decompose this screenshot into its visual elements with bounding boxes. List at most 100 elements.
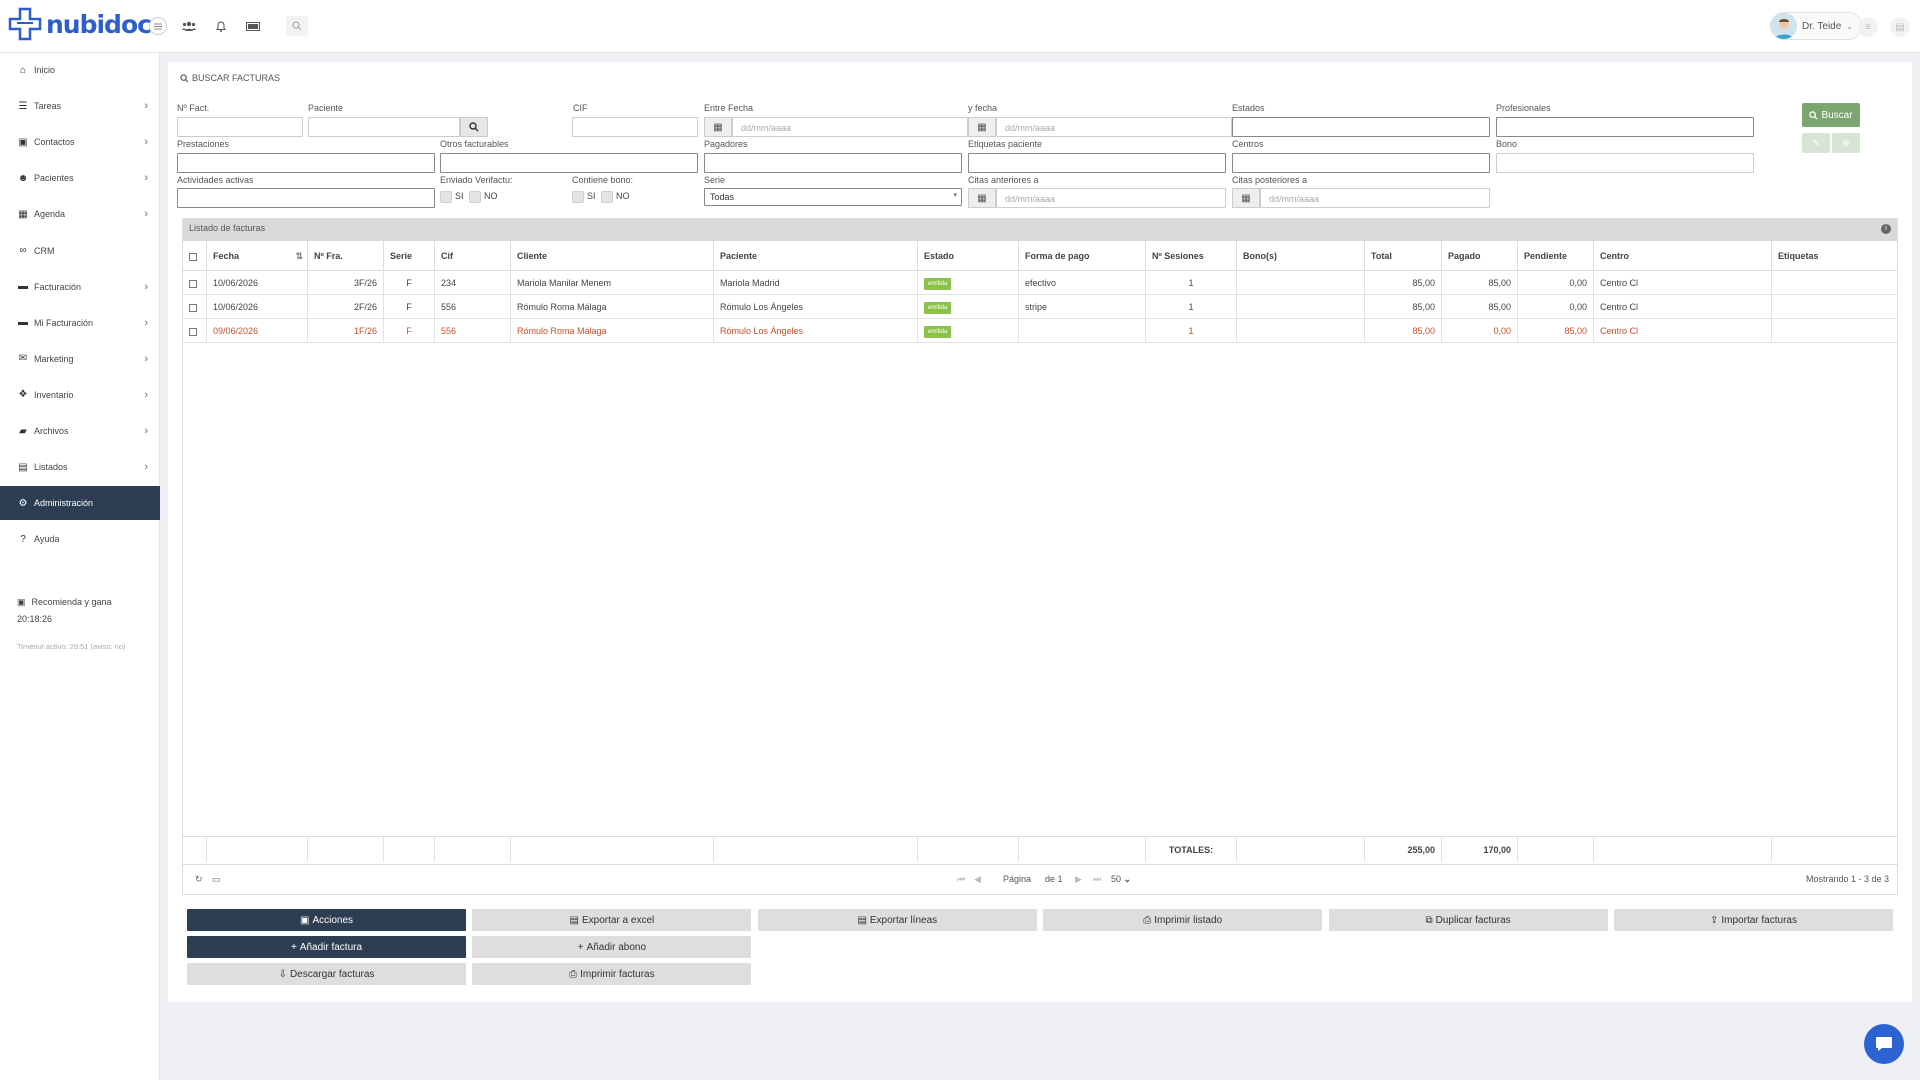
- sidebar-item-label: Marketing: [34, 353, 74, 364]
- next-page-icon[interactable]: ▶: [1075, 874, 1082, 885]
- calendar-icon[interactable]: ▦: [1232, 188, 1260, 208]
- row-checkbox[interactable]: [189, 279, 197, 288]
- profesionales-select[interactable]: [1496, 117, 1754, 137]
- logo[interactable]: nubidoc: [8, 7, 152, 41]
- exportar-excel-button[interactable]: ▤ Exportar a excel: [472, 909, 752, 931]
- eraser-icon[interactable]: ✎: [1802, 133, 1830, 153]
- column-header-bono[interactable]: Bono(s): [1237, 241, 1365, 271]
- imprimir-listado-button[interactable]: ⎙ Imprimir listado: [1043, 909, 1323, 931]
- search-icon[interactable]: [286, 16, 308, 36]
- column-header-pendiente[interactable]: Pendiente: [1518, 241, 1594, 271]
- column-header-cif[interactable]: Cif: [435, 241, 511, 271]
- money-icon[interactable]: [244, 17, 262, 35]
- sidebar-item-ayuda[interactable]: ? Ayuda: [0, 522, 160, 556]
- column-header-centro[interactable]: Centro: [1594, 241, 1772, 271]
- exportar-lineas-button[interactable]: ▤ Exportar líneas: [757, 909, 1037, 931]
- column-header-serie[interactable]: Serie: [384, 241, 435, 271]
- zoom-icon[interactable]: ⊕: [1832, 133, 1860, 153]
- prestaciones-select[interactable]: [177, 153, 435, 173]
- citas-post-input[interactable]: dd/mm/aaaa: [1260, 188, 1490, 208]
- footer-cell: [435, 836, 511, 862]
- column-header-total[interactable]: Total: [1365, 241, 1442, 271]
- sidebar-item-label: Facturación: [34, 281, 82, 292]
- hamburger-icon[interactable]: ≡: [1858, 17, 1878, 37]
- column-header-pagado[interactable]: Pagado: [1442, 241, 1518, 271]
- sidebar-item-listados[interactable]: ▤ Listados ›: [0, 450, 160, 484]
- centros-select[interactable]: [1232, 153, 1490, 173]
- calendar-icon[interactable]: ▦: [968, 188, 996, 208]
- header-checkbox-cell[interactable]: [183, 241, 207, 271]
- cell-fecha: 09/06/2026: [207, 319, 308, 343]
- sidebar-item-marketing[interactable]: ✉ Marketing ›: [0, 342, 160, 376]
- sidebar-item-pacientes[interactable]: ☻ Pacientes ›: [0, 161, 160, 195]
- column-header-paciente[interactable]: Paciente: [714, 241, 918, 271]
- anadir-abono-button[interactable]: + Añadir abono: [472, 936, 752, 958]
- otros-select[interactable]: [440, 153, 698, 173]
- per-page-select[interactable]: 50 ⌄: [1111, 874, 1131, 885]
- serie-select[interactable]: Todas ▾: [704, 188, 962, 206]
- sidebar-item-tareas[interactable]: ☰ Tareas ›: [0, 89, 160, 123]
- sidebar-item-facturaci-n[interactable]: ▬ Facturación ›: [0, 270, 160, 304]
- calendar-icon[interactable]: ▦: [704, 117, 732, 137]
- citas-ant-label: Citas anteriores a: [968, 175, 1039, 185]
- descargar-button[interactable]: ⇩ Descargar facturas: [187, 963, 466, 985]
- sidebar-item-archivos[interactable]: ▰ Archivos ›: [0, 414, 160, 448]
- cif-input[interactable]: [572, 117, 698, 137]
- column-header-fecha[interactable]: Fecha ⇅: [207, 241, 308, 271]
- sidebar-item-contactos[interactable]: ▣ Contactos ›: [0, 125, 160, 159]
- column-header-cliente[interactable]: Cliente: [511, 241, 714, 271]
- citas-ant-input[interactable]: dd/mm/aaaa: [996, 188, 1226, 208]
- entre-fecha-input[interactable]: dd/mm/aaaa: [732, 117, 968, 137]
- acciones-button[interactable]: ▣ Acciones: [187, 909, 466, 931]
- column-header-etiquetas[interactable]: Etiquetas: [1772, 241, 1898, 271]
- calendar-icon[interactable]: ▤: [1890, 17, 1910, 37]
- bono-no-checkbox[interactable]: [601, 191, 613, 203]
- sidebar-item-inventario[interactable]: ❖ Inventario ›: [0, 378, 160, 412]
- anadir-factura-button[interactable]: + Añadir factura: [187, 936, 466, 958]
- importar-button[interactable]: ⇪ Importar facturas: [1614, 909, 1893, 931]
- actividades-select[interactable]: [177, 188, 435, 208]
- sidebar-item-crm[interactable]: ∞ CRM: [0, 234, 160, 268]
- cell-pago: [1019, 319, 1146, 343]
- user-menu[interactable]: Dr. Teide ⌄: [1770, 12, 1862, 40]
- row-checkbox[interactable]: [189, 327, 197, 336]
- estados-select[interactable]: [1232, 117, 1490, 137]
- bell-icon[interactable]: [212, 17, 230, 35]
- row-checkbox[interactable]: [189, 303, 197, 312]
- imprimir-facturas-button[interactable]: ⎙ Imprimir facturas: [472, 963, 752, 985]
- select-all-checkbox[interactable]: [189, 252, 197, 261]
- columns-icon[interactable]: ▭: [212, 874, 221, 885]
- first-page-icon[interactable]: ⏮: [957, 874, 965, 885]
- column-header-nfra[interactable]: Nº Fra.: [308, 241, 384, 271]
- column-header-estado[interactable]: Estado: [918, 241, 1019, 271]
- pagadores-select[interactable]: [704, 153, 962, 173]
- sidebar-item-administraci-n[interactable]: ⚙ Administración: [0, 486, 160, 521]
- etiquetas-select[interactable]: [968, 153, 1226, 173]
- sidebar-item-inicio[interactable]: ⌂ Inicio: [0, 53, 160, 87]
- prev-page-icon[interactable]: ◀: [974, 874, 981, 885]
- bono-input[interactable]: [1496, 153, 1754, 173]
- verifactu-no-checkbox[interactable]: [469, 191, 481, 203]
- nfact-input[interactable]: [177, 117, 303, 137]
- paciente-input[interactable]: [308, 117, 460, 137]
- users-icon[interactable]: [180, 17, 198, 35]
- calendar-icon[interactable]: ▦: [968, 117, 996, 137]
- last-page-icon[interactable]: ⏭: [1093, 874, 1101, 885]
- sort-icon[interactable]: ⇅: [295, 241, 303, 271]
- sidebar-item-mi-facturaci-n[interactable]: ▬ Mi Facturación ›: [0, 306, 160, 340]
- bono-si-checkbox[interactable]: [572, 191, 584, 203]
- y-fecha-input[interactable]: dd/mm/aaaa: [996, 117, 1232, 137]
- column-header-pago[interactable]: Forma de pago: [1019, 241, 1146, 271]
- button-icon: ▤: [569, 914, 579, 926]
- sidebar-item-agenda[interactable]: ▦ Agenda ›: [0, 197, 160, 231]
- refresh-icon[interactable]: ↻: [195, 874, 203, 885]
- footer-cell: [1237, 836, 1365, 862]
- duplicar-button[interactable]: ⧉ Duplicar facturas: [1328, 909, 1608, 931]
- menu-toggle-button[interactable]: [149, 17, 167, 35]
- column-header-sesiones[interactable]: Nº Sesiones: [1146, 241, 1237, 271]
- info-icon[interactable]: i: [1881, 224, 1891, 234]
- verifactu-si-checkbox[interactable]: [440, 191, 452, 203]
- chat-button[interactable]: [1864, 1024, 1904, 1064]
- buscar-button[interactable]: Buscar: [1802, 103, 1860, 127]
- paciente-search-button[interactable]: [460, 117, 488, 137]
